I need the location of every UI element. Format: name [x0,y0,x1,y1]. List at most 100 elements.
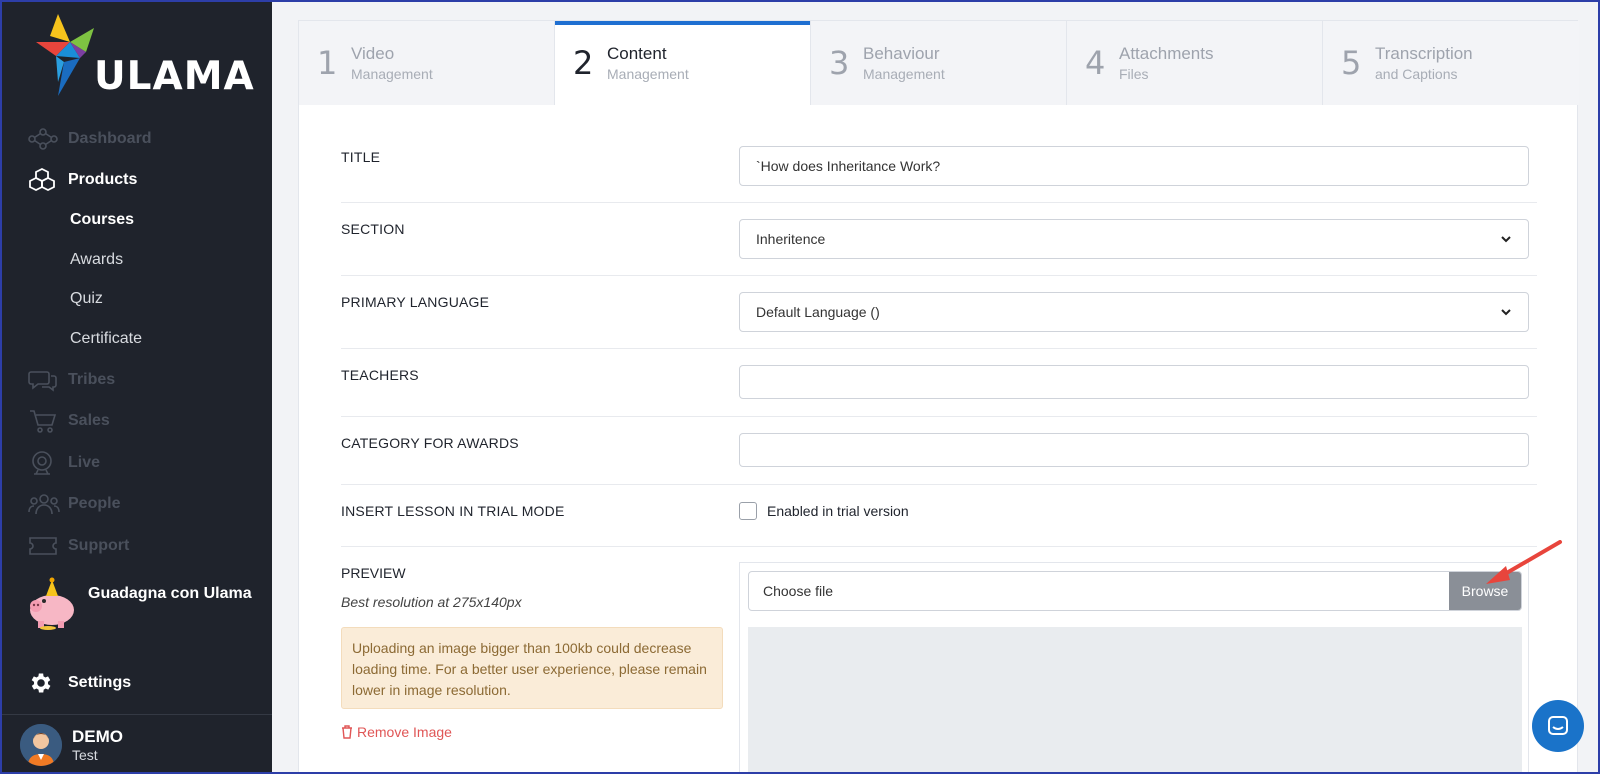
webcam-icon [28,450,60,476]
trial-checkbox-group[interactable]: Enabled in trial version [739,502,909,520]
sidebar-item-label: Live [68,454,101,471]
sidebar-item-people[interactable]: People [28,489,120,519]
section-label: SECTION [341,221,405,237]
sidebar-item-live[interactable]: Live [28,448,100,478]
sidebar-item-tribes[interactable]: Tribes [28,365,115,395]
image-upload-box: Choose file Browse [739,562,1529,774]
gear-icon [28,670,60,696]
sidebar-item-support[interactable]: Support [28,531,129,561]
form-row-section: SECTION Inheritence [341,203,1537,276]
remove-image-link[interactable]: Remove Image [341,724,452,740]
language-label: PRIMARY LANGUAGE [341,294,490,310]
trial-label: INSERT LESSON IN TRIAL MODE [341,503,565,519]
form-row-title: TITLE `How does Inheritance Work? [341,105,1537,203]
image-preview-area [748,627,1522,774]
brand-logo[interactable]: ULAMA [36,12,254,102]
tab-number: 1 [317,44,338,82]
sidebar-subitem-quiz[interactable]: Quiz [70,287,103,311]
chevron-down-icon [1501,309,1511,316]
annotation-arrow-icon [1486,540,1562,584]
promo-label: Guadagna con Ulama [88,585,252,602]
tab-title: Behaviour [863,44,940,63]
tab-title: Transcription [1375,44,1473,63]
tab-subtitle: Management [863,66,945,82]
title-input-value: `How does Inheritance Work? [756,158,941,174]
tab-attachments[interactable]: 4 Attachments Files [1067,21,1323,105]
tab-subtitle: and Captions [1375,66,1458,82]
sidebar-divider [2,714,272,715]
sidebar-item-label: Support [68,537,130,554]
form-row-language: PRIMARY LANGUAGE Default Language () [341,276,1537,349]
main-content: 1 Video Management 2 Content Management 3 … [272,2,1598,774]
sidebar-item-label: Dashboard [68,130,152,147]
tab-number: 4 [1085,44,1106,82]
tab-subtitle: Management [351,66,433,82]
title-input[interactable]: `How does Inheritance Work? [739,146,1529,186]
language-select-value: Default Language () [756,304,880,320]
form-row-category: CATEGORY FOR AWARDS [341,417,1537,485]
sidebar-item-label: People [68,495,121,512]
teachers-input[interactable] [739,365,1529,399]
chat-support-button[interactable] [1532,700,1584,752]
sidebar-item-dashboard[interactable]: Dashboard [28,124,152,154]
tab-title: Attachments [1119,44,1214,63]
file-input-placeholder: Choose file [763,583,834,599]
wizard-tabs: 1 Video Management 2 Content Management 3 … [299,21,1579,105]
tab-transcription[interactable]: 5 Transcription and Captions [1323,21,1579,105]
dashboard-icon [28,126,60,152]
products-icon [28,167,60,193]
tab-subtitle: Management [607,66,689,82]
category-input[interactable] [739,433,1529,467]
trial-checkbox-label[interactable]: Enabled in trial version [767,503,909,519]
tab-number: 3 [829,44,850,82]
trial-checkbox[interactable] [739,502,757,520]
preview-warning: Uploading an image bigger than 100kb cou… [341,627,723,709]
user-subtitle: Test [72,747,98,763]
preview-hint: Best resolution at 275x140px [341,594,522,610]
sidebar-subitem-awards[interactable]: Awards [70,248,123,272]
sidebar: ULAMA Dashboard Products Courses Awards … [2,2,272,772]
sidebar-item-label: Sales [68,412,110,429]
cart-icon [28,408,60,434]
tab-video[interactable]: 1 Video Management [299,21,555,105]
chevron-down-icon [1501,236,1511,243]
title-label: TITLE [341,149,381,165]
chat-icon [1548,716,1568,735]
tab-number: 5 [1341,44,1362,82]
sidebar-item-products[interactable]: Products [28,165,137,195]
section-select-value: Inheritence [756,231,826,247]
file-input[interactable]: Choose file Browse [748,571,1522,611]
tab-title: Content [607,44,667,63]
sidebar-item-settings[interactable]: Settings [28,668,131,698]
form-row-teachers: TEACHERS [341,349,1537,417]
tab-content[interactable]: 2 Content Management [555,21,811,105]
remove-image-label: Remove Image [357,724,452,740]
preview-label: PREVIEW [341,565,406,581]
sidebar-item-sales[interactable]: Sales [28,406,110,436]
category-label: CATEGORY FOR AWARDS [341,435,519,451]
piggy-bank-icon [30,577,74,630]
sidebar-item-label: Products [68,171,138,188]
sidebar-subitem-courses[interactable]: Courses [70,208,134,232]
trash-icon [342,725,352,739]
lesson-editor-card: 1 Video Management 2 Content Management 3 … [298,20,1579,774]
tab-behaviour[interactable]: 3 Behaviour Management [811,21,1067,105]
sidebar-item-label: Settings [68,674,132,691]
user-name: DEMO [72,727,123,746]
language-select[interactable]: Default Language () [739,292,1529,332]
tab-subtitle: Files [1119,66,1149,82]
avatar [20,724,62,766]
sidebar-subitem-certificate[interactable]: Certificate [70,327,142,351]
user-profile[interactable]: DEMO Test [20,724,123,766]
sidebar-item-label: Tribes [68,371,116,388]
tab-number: 2 [573,44,594,82]
promo-earn-with-ulama[interactable]: Guadagna con Ulama [26,576,252,630]
tab-title: Video [351,44,395,63]
ticket-icon [28,533,60,559]
section-select[interactable]: Inheritence [739,219,1529,259]
form-row-trial: INSERT LESSON IN TRIAL MODE Enabled in t… [341,485,1537,547]
people-icon [28,491,60,517]
brand-name: ULAMA [94,54,255,99]
tribes-icon [28,367,60,393]
teachers-label: TEACHERS [341,367,419,383]
